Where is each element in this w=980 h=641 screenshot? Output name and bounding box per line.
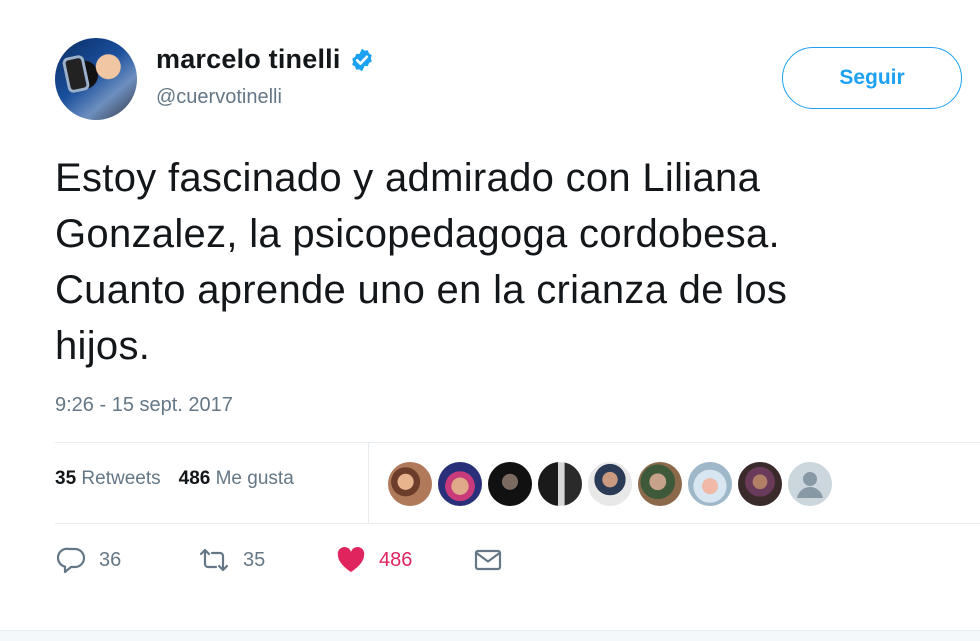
heart-icon: [337, 547, 365, 572]
likes-count: 486: [178, 468, 211, 489]
follow-button[interactable]: Seguir: [782, 47, 962, 109]
liker-avatar[interactable]: [438, 462, 482, 506]
tweet-text-line: Cuanto aprende uno en la crianza de los: [55, 268, 788, 312]
divider: [55, 523, 980, 524]
tweet-text-line: Estoy fascinado y admirado con Liliana: [55, 156, 761, 200]
retweets-stat[interactable]: 35 Retweets: [55, 468, 161, 490]
liker-avatar[interactable]: [738, 462, 782, 506]
reply-count: 36: [99, 548, 122, 571]
retweets-label: Retweets: [81, 468, 161, 489]
envelope-icon: [474, 549, 502, 571]
card-footer-band: [0, 630, 980, 641]
reply-button[interactable]: 36: [57, 546, 121, 574]
retweet-button[interactable]: 35: [197, 546, 265, 574]
tweet-stats: 35 Retweets 486 Me gusta: [55, 468, 294, 490]
verified-badge-icon: [349, 47, 375, 73]
tweet-text-line: hijos.: [55, 324, 151, 368]
retweets-count: 35: [55, 468, 77, 489]
avatar[interactable]: [55, 38, 137, 120]
default-profile-icon: [797, 472, 823, 498]
likes-label: Me gusta: [215, 468, 294, 489]
like-count: 486: [379, 548, 413, 571]
author-name-row: marcelo tinelli: [156, 44, 375, 75]
liker-avatar[interactable]: [588, 462, 632, 506]
retweet-count: 35: [243, 548, 266, 571]
divider: [55, 442, 980, 443]
author-handle[interactable]: @cuervotinelli: [156, 86, 282, 109]
liker-avatar[interactable]: [488, 462, 532, 506]
liker-avatar[interactable]: [538, 462, 582, 506]
likes-stat[interactable]: 486 Me gusta: [179, 468, 294, 490]
tweet-timestamp[interactable]: 9:26 - 15 sept. 2017: [55, 394, 233, 417]
tweet-text-line: Gonzalez, la psicopedagoga cordobesa.: [55, 212, 780, 256]
liker-avatar[interactable]: [688, 462, 732, 506]
liker-avatar-default[interactable]: [788, 462, 832, 506]
liker-avatars: [388, 462, 832, 506]
stats-divider: [368, 443, 369, 523]
retweet-icon: [199, 548, 229, 572]
tweet-text: Estoy fascinado y admirado con Liliana G…: [55, 150, 955, 374]
liker-avatar[interactable]: [638, 462, 682, 506]
liker-avatar[interactable]: [388, 462, 432, 506]
like-button[interactable]: 486: [335, 546, 412, 574]
reply-icon: [57, 547, 86, 574]
author-display-name[interactable]: marcelo tinelli: [156, 44, 341, 75]
direct-message-button[interactable]: [473, 546, 503, 574]
